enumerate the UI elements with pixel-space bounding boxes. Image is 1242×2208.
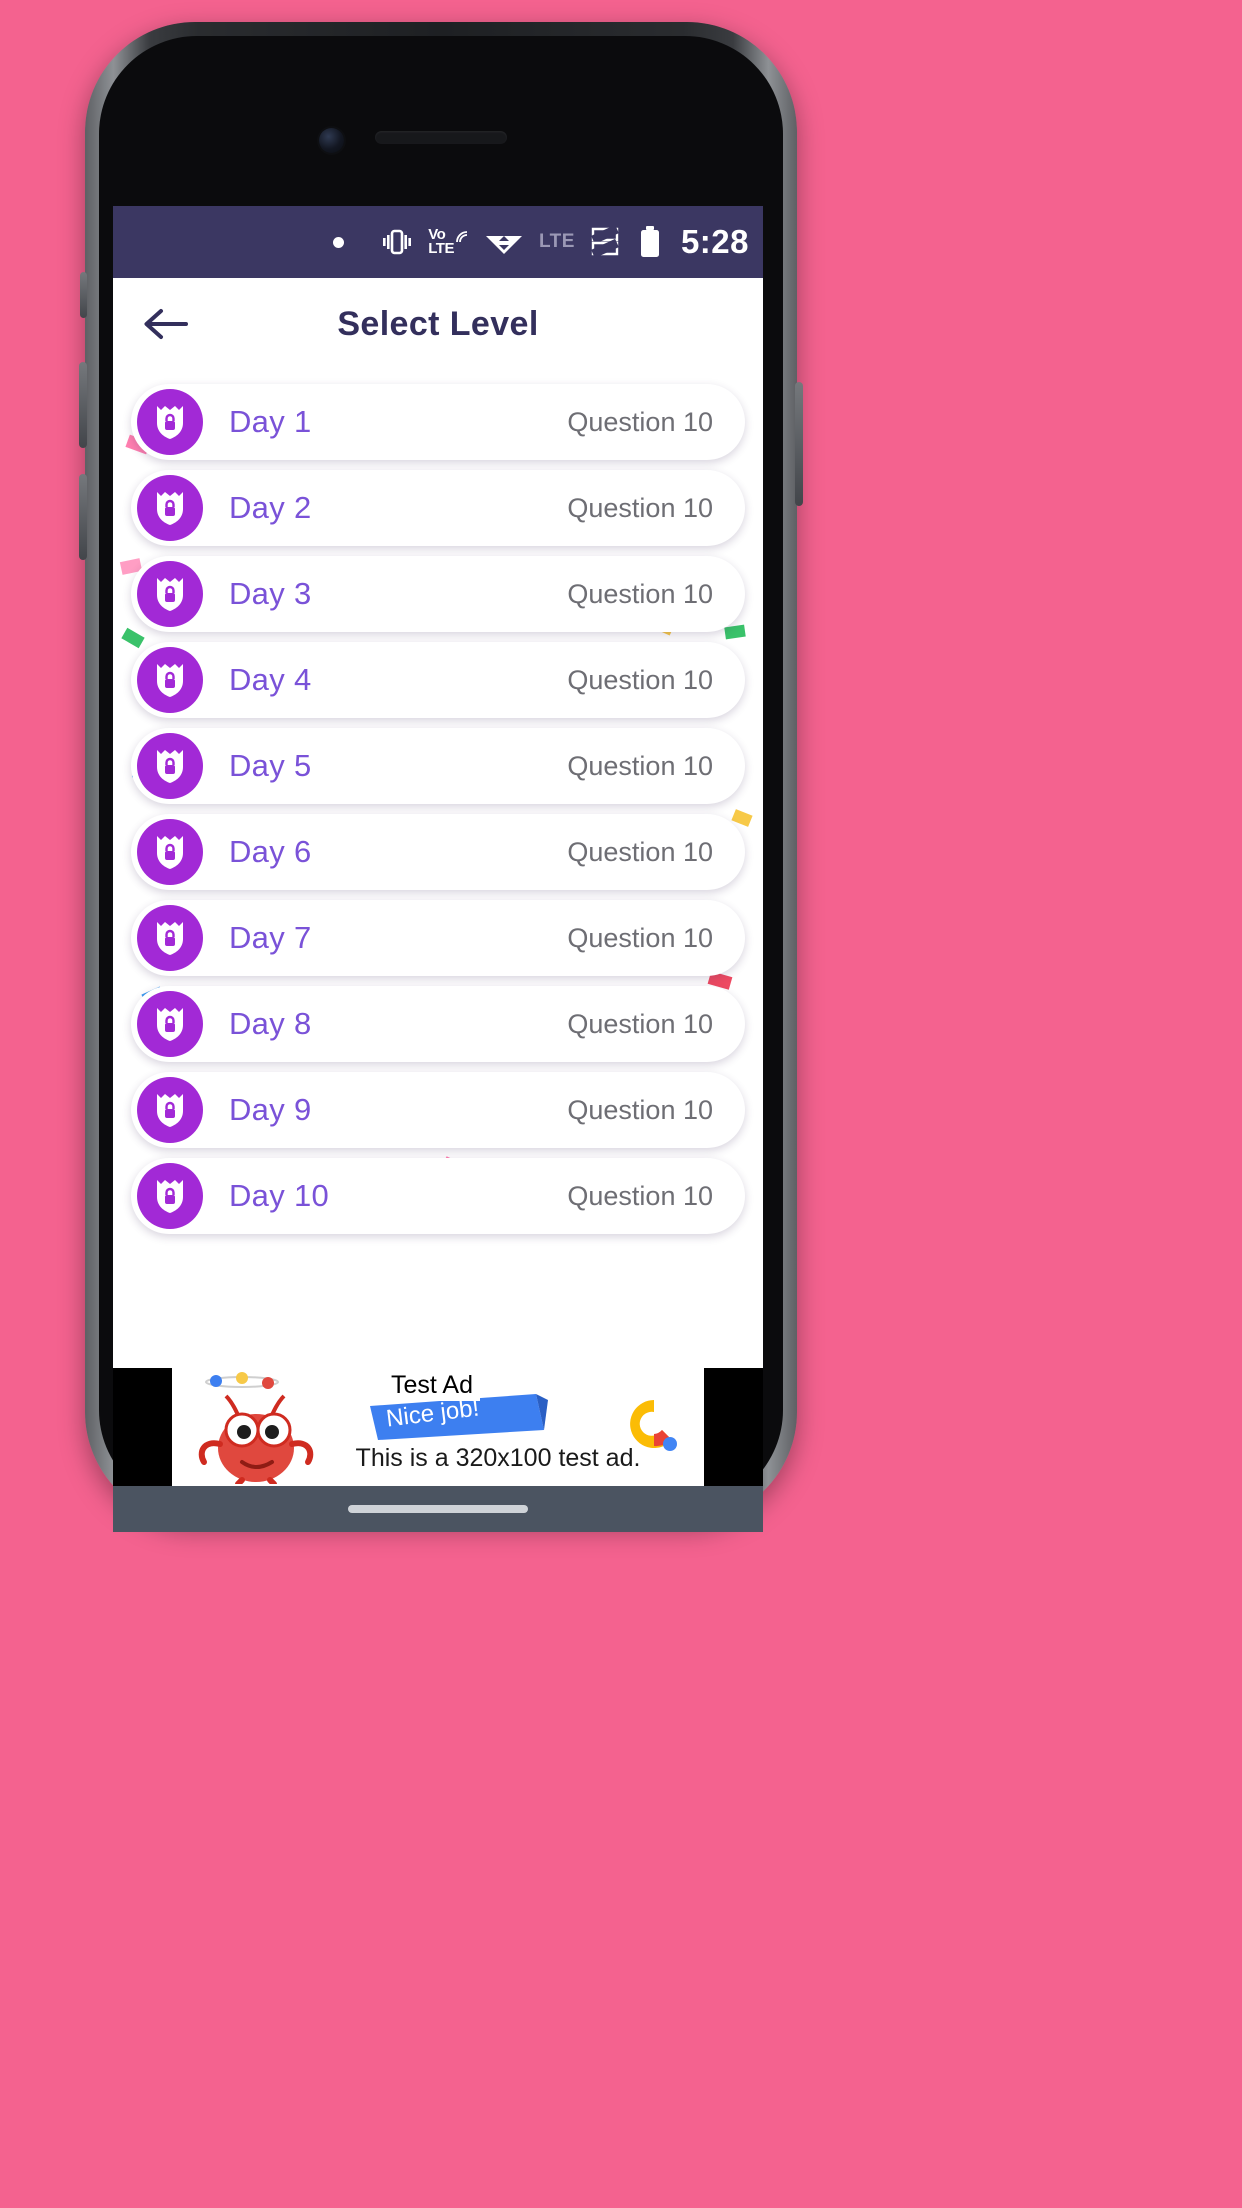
status-bar: Vo LTE LTE 5:28	[113, 206, 763, 278]
volte-bottom-label: LTE	[428, 240, 454, 257]
level-question-count: Question 10	[567, 664, 713, 695]
signal-bars-icon	[591, 227, 623, 257]
shield-lock-icon	[137, 475, 203, 541]
android-nav-bar	[113, 1486, 763, 1532]
level-label: Day 1	[229, 404, 312, 439]
level-card[interactable]: Day 9 Question 10	[131, 1072, 745, 1148]
page-title: Select Level	[337, 304, 539, 343]
phone-screen: Vo LTE LTE 5:28 Select Level Day 1 Quest…	[113, 206, 763, 1368]
shield-lock-icon	[137, 561, 203, 627]
level-label: Day 9	[229, 1092, 312, 1127]
earpiece-speaker-icon	[375, 131, 507, 144]
volume-down-button[interactable]	[79, 474, 87, 560]
shield-lock-icon	[137, 819, 203, 885]
ad-body-text: This is a 320x100 test ad.	[355, 1444, 641, 1472]
level-question-count: Question 10	[567, 922, 713, 953]
network-type-label: LTE	[538, 231, 575, 252]
level-card[interactable]: Day 4 Question 10	[131, 642, 745, 718]
level-card[interactable]: Day 3 Question 10	[131, 556, 745, 632]
level-card[interactable]: Day 8 Question 10	[131, 986, 745, 1062]
battery-icon	[639, 226, 661, 258]
back-arrow-icon	[144, 309, 188, 339]
level-card[interactable]: Day 1 Question 10	[131, 384, 745, 460]
shield-lock-icon	[137, 905, 203, 971]
wifi-icon	[485, 228, 523, 256]
level-label: Day 2	[229, 490, 312, 525]
level-card[interactable]: Day 6 Question 10	[131, 814, 745, 890]
volte-icon: Vo LTE	[428, 227, 469, 257]
level-question-count: Question 10	[567, 1094, 713, 1125]
level-question-count: Question 10	[567, 1180, 713, 1211]
shield-lock-icon	[137, 1077, 203, 1143]
silent-switch[interactable]	[80, 272, 87, 318]
level-label: Day 6	[229, 834, 312, 869]
level-question-count: Question 10	[567, 492, 713, 523]
level-label: Day 4	[229, 662, 312, 697]
level-question-count: Question 10	[567, 1008, 713, 1039]
level-label: Day 7	[229, 920, 312, 955]
shield-lock-icon	[137, 1163, 203, 1229]
status-bar-clock: 5:28	[680, 223, 749, 260]
vibrate-icon	[382, 229, 412, 255]
level-card[interactable]: Day 5 Question 10	[131, 728, 745, 804]
shield-lock-icon	[137, 733, 203, 799]
level-card[interactable]: Day 7 Question 10	[131, 900, 745, 976]
volume-up-button[interactable]	[79, 362, 87, 448]
phone-device-frame: Vo LTE LTE 5:28 Select Level Day 1 Quest…	[79, 22, 803, 1532]
ad-test-label: Test Ad	[384, 1370, 480, 1401]
level-list[interactable]: Day 1 Question 10 Day 2 Question 10 Day 3 Que…	[113, 370, 763, 1368]
level-label: Day 5	[229, 748, 312, 783]
level-label: Day 10	[229, 1178, 330, 1213]
ad-banner[interactable]: Nice job! Test Ad This is a 320x100 test…	[113, 1368, 763, 1486]
level-card[interactable]: Day 2 Question 10	[131, 470, 745, 546]
dot-icon	[333, 236, 345, 248]
app-header: Select Level	[113, 278, 763, 370]
power-button[interactable]	[795, 382, 803, 506]
gesture-pill-icon[interactable]	[348, 1505, 528, 1513]
ad-content[interactable]: Nice job! Test Ad This is a 320x100 test…	[172, 1368, 704, 1486]
level-cards-container: Day 1 Question 10 Day 2 Question 10 Day 3 Que…	[113, 384, 763, 1234]
back-button[interactable]	[129, 288, 201, 360]
level-question-count: Question 10	[567, 836, 713, 867]
front-camera-icon	[319, 128, 344, 153]
shield-lock-icon	[137, 991, 203, 1057]
shield-lock-icon	[137, 389, 203, 455]
level-card[interactable]: Day 10 Question 10	[131, 1158, 745, 1234]
shield-lock-icon	[137, 647, 203, 713]
level-label: Day 3	[229, 576, 312, 611]
level-question-count: Question 10	[567, 406, 713, 437]
level-question-count: Question 10	[567, 750, 713, 781]
level-question-count: Question 10	[567, 578, 713, 609]
level-label: Day 8	[229, 1006, 312, 1041]
